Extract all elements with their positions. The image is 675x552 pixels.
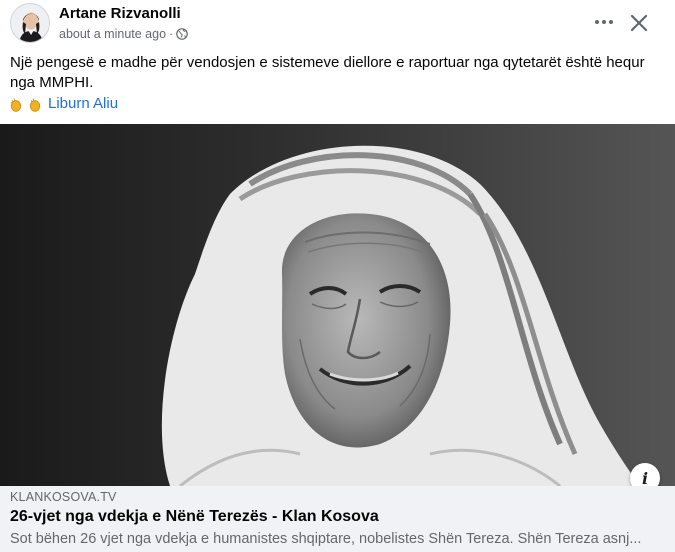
- post-meta: about a minute ago ·: [59, 27, 189, 41]
- link-preview-footer[interactable]: KLANKOSOVA.TV 26-vjet nga vdekja e Nënë …: [0, 486, 675, 552]
- clapping-hands-icon: [10, 97, 22, 112]
- dot-icon: [602, 20, 606, 24]
- close-icon: [630, 14, 648, 32]
- dot-icon: [595, 20, 599, 24]
- close-button[interactable]: [624, 8, 654, 38]
- dot-icon: [609, 20, 613, 24]
- link-preview-image[interactable]: [0, 124, 675, 486]
- globe-icon[interactable]: [176, 28, 189, 40]
- clapping-hands-icon: [29, 97, 41, 112]
- post-text: Një pengesë e madhe për vendosjen e sist…: [10, 54, 645, 91]
- author-avatar[interactable]: [10, 3, 50, 43]
- post-timestamp[interactable]: about a minute ago: [59, 27, 166, 41]
- link-domain: KLANKOSOVA.TV: [10, 490, 117, 504]
- link-title[interactable]: 26-vjet nga vdekja e Nënë Terezës - Klan…: [10, 508, 379, 526]
- more-options-button[interactable]: [586, 8, 622, 36]
- author-name[interactable]: Artane Rizvanolli: [59, 5, 181, 22]
- meta-separator: ·: [169, 27, 174, 41]
- mentioned-user-link[interactable]: Liburn Aliu: [48, 94, 118, 114]
- facebook-post: Artane Rizvanolli about a minute ago · N…: [0, 0, 675, 552]
- mention-line: Liburn Aliu: [10, 94, 118, 114]
- link-description: Sot bëhen 26 vjet nga vdekja e humaniste…: [10, 531, 642, 547]
